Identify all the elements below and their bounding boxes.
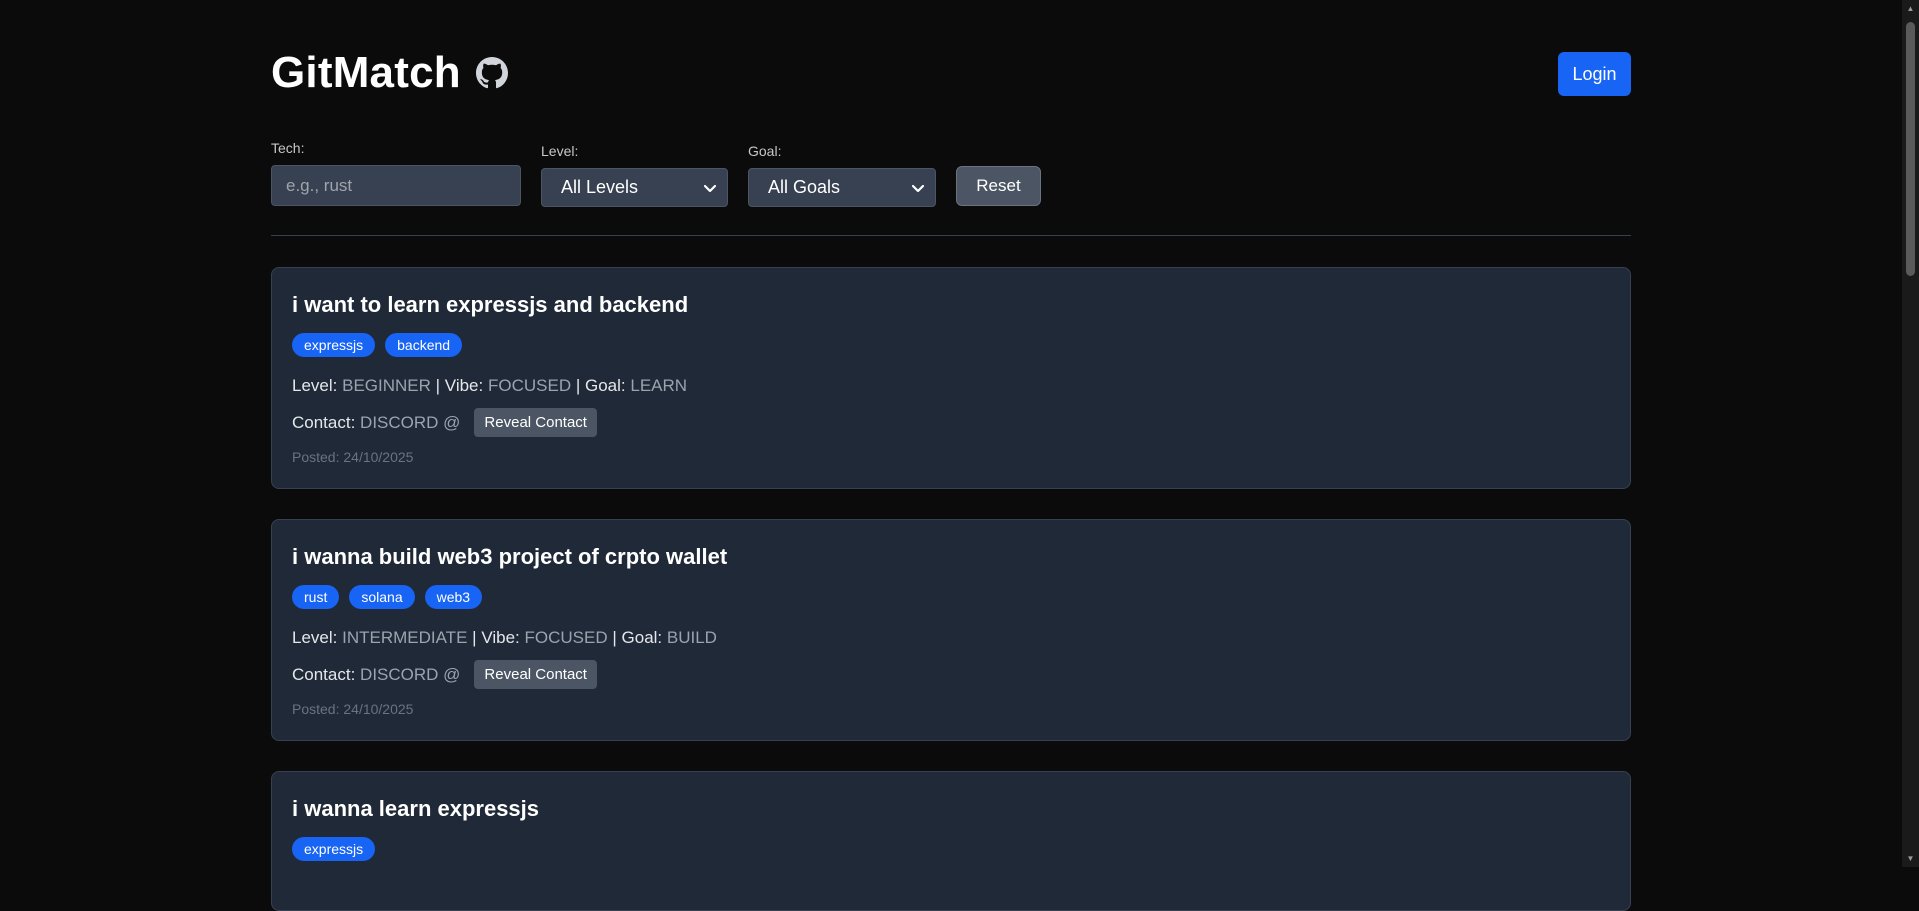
post-meta: Level: BEGINNER | Vibe: FOCUSED | Goal: … [292,376,687,396]
level-value: BEGINNER [342,376,431,395]
post-card: i wanna learn expressjs expressjs [271,771,1631,911]
contact-row: Contact: DISCORD @ Reveal Contact [292,408,597,437]
post-title: i want to learn expressjs and backend [292,292,689,317]
scroll-up-icon[interactable]: ▲ [1906,4,1915,13]
goal-select-value: All Goals [768,177,841,197]
goal-value: BUILD [666,628,717,647]
level-filter: Level: All Levels [541,143,728,207]
contact-row: Contact: DISCORD @ Reveal Contact [292,660,597,689]
chevron-down-icon [911,184,925,192]
tag: rust [292,585,340,609]
vibe-value: FOCUSED [524,628,608,647]
tag: web3 [424,585,483,609]
post-card: i wanna build web3 project of crpto wall… [271,519,1631,741]
post-meta: Level: INTERMEDIATE | Vibe: FOCUSED | Go… [292,628,717,648]
scrollbar[interactable]: ▲ ▼ [1902,0,1919,867]
tech-label: Tech: [271,140,305,156]
tech-filter: Tech: [271,140,521,206]
tag: solana [349,585,415,609]
scroll-down-icon[interactable]: ▼ [1906,854,1915,863]
chevron-down-icon [703,184,717,192]
tag-list: expressjs [292,837,376,861]
title-row: GitMatch [271,47,508,99]
scroll-thumb[interactable] [1906,22,1915,276]
header: GitMatch Login [271,0,1631,100]
goal-label: Goal: [748,143,782,159]
level-value: INTERMEDIATE [342,628,468,647]
login-button[interactable]: Login [1558,52,1631,96]
level-key: Level: [292,376,338,395]
contact-key: Contact: [292,664,356,684]
tag: expressjs [292,837,376,861]
vibe-key: Vibe: [481,628,520,647]
goal-key: Goal: [621,628,663,647]
vibe-value: FOCUSED [487,376,572,395]
level-key: Level: [292,628,338,647]
filters-bar: Tech: Level: All Levels Goal: All Goals … [271,140,1631,210]
separator: | [435,376,441,395]
goal-value: LEARN [630,376,688,395]
tag-list: rust solana web3 [292,585,483,609]
tech-input[interactable] [271,165,521,206]
separator: | [472,628,477,647]
github-icon [475,57,508,89]
reveal-contact-button[interactable]: Reveal Contact [474,408,597,437]
goal-filter: Goal: All Goals [748,143,936,207]
app-title: GitMatch [271,48,461,97]
separator: | [612,628,617,647]
page: GitMatch Login Tech: Level: All Levels G… [271,0,1631,911]
tag: expressjs [292,333,376,357]
tag-list: expressjs backend [292,333,463,357]
contact-value: DISCORD @ [360,412,461,432]
divider [271,235,1631,236]
contact-key: Contact: [292,412,356,432]
goal-key: Goal: [585,376,626,395]
post-title: i wanna learn expressjs [292,796,540,821]
separator: | [575,376,581,395]
level-select[interactable]: All Levels [541,168,728,207]
reset-button[interactable]: Reset [956,166,1041,206]
posted-date: Posted: 24/10/2025 [292,701,414,717]
goal-select[interactable]: All Goals [748,168,936,207]
posted-date: Posted: 24/10/2025 [292,449,414,465]
level-select-value: All Levels [561,177,639,197]
tag: backend [385,333,463,357]
post-title: i wanna build web3 project of crpto wall… [292,544,728,569]
vibe-key: Vibe: [444,376,484,395]
reveal-contact-button[interactable]: Reveal Contact [474,660,597,689]
contact-value: DISCORD @ [360,664,461,684]
level-label: Level: [541,143,579,159]
post-card: i want to learn expressjs and backend ex… [271,267,1631,489]
